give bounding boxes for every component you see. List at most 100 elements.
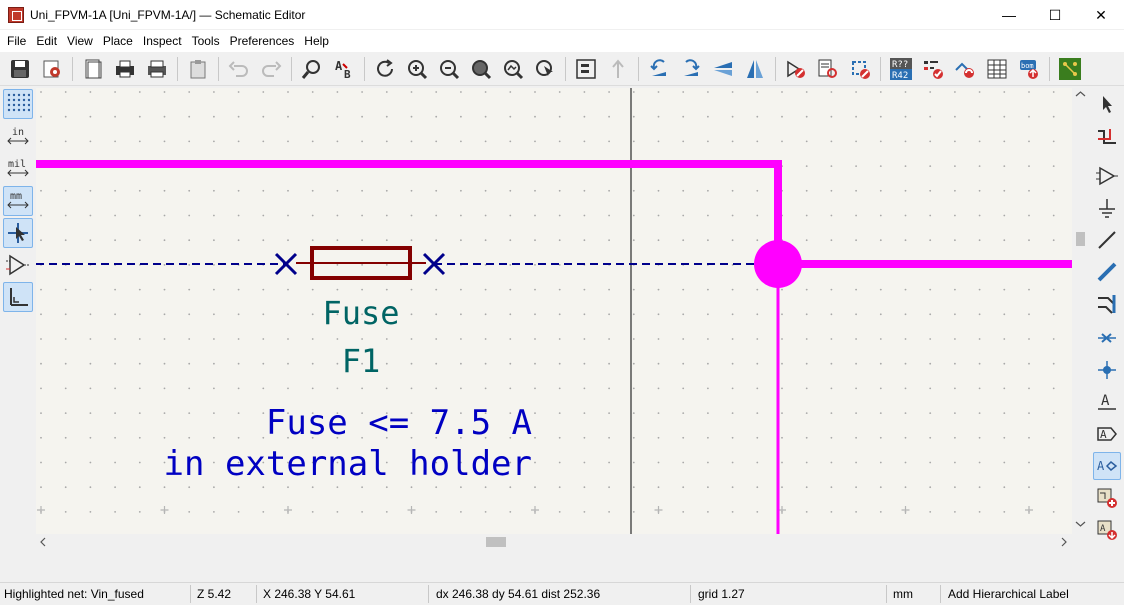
annotate-button[interactable]: R?? R42: [887, 55, 915, 83]
select-tool-button[interactable]: [1093, 90, 1121, 118]
bom-button[interactable]: [983, 55, 1011, 83]
grid-dot: [929, 412, 932, 414]
hidden-pins-button[interactable]: [3, 250, 33, 280]
grid-dot: [1028, 214, 1030, 217]
grid-dot: [1052, 338, 1055, 340]
grid-dot: [385, 486, 388, 489]
zoom-tool-button[interactable]: [531, 55, 559, 83]
grid-dot: [558, 115, 561, 118]
grid-dot: [336, 338, 339, 340]
schematic-setup-button[interactable]: [38, 55, 66, 83]
menu-tools[interactable]: Tools: [187, 30, 225, 52]
hierarchy-navigator-button[interactable]: [572, 55, 600, 83]
add-power-button[interactable]: [1093, 194, 1121, 222]
grid-dot: [608, 313, 610, 316]
add-wire-button[interactable]: [1093, 226, 1121, 254]
add-bus-button[interactable]: [1093, 258, 1121, 286]
add-no-connect-button[interactable]: [1093, 324, 1121, 352]
menu-edit[interactable]: Edit: [31, 30, 62, 52]
schematic-setup-icon: [43, 60, 60, 77]
erc-button[interactable]: [919, 55, 947, 83]
grid-dot: [929, 436, 932, 439]
menu-file[interactable]: File: [2, 30, 31, 52]
symbol-editor-button[interactable]: [782, 55, 810, 83]
minimize-button[interactable]: —: [986, 0, 1032, 30]
redo-button[interactable]: [257, 55, 285, 83]
print-button[interactable]: [111, 55, 139, 83]
grid-toggle-button[interactable]: [3, 89, 33, 119]
bom-generate-button[interactable]: bom: [1015, 55, 1043, 83]
grid-dot: [904, 412, 907, 414]
fuse-value-field[interactable]: Fuse: [322, 294, 399, 332]
leave-sheet-button[interactable]: [604, 55, 632, 83]
page-settings-button[interactable]: [79, 55, 107, 83]
units-inches-button[interactable]: in: [3, 122, 33, 152]
add-bus-entry-button[interactable]: [1093, 290, 1121, 318]
schematic-drawing[interactable]: Fuse F1 Fuse <= 7.5 A in external holder: [36, 88, 1072, 534]
hierarchy-navigator-icon: [576, 58, 596, 79]
grid-dot: [138, 511, 141, 513]
junction-dot[interactable]: [754, 240, 802, 288]
line-mode-button[interactable]: [3, 282, 33, 312]
refresh-button[interactable]: [371, 55, 399, 83]
symbol-browser-button[interactable]: [814, 55, 842, 83]
add-symbol-button[interactable]: [1093, 162, 1121, 190]
zoom-fit-button[interactable]: [467, 55, 495, 83]
pcb-editor-button[interactable]: [1056, 55, 1084, 83]
menu-place[interactable]: Place: [98, 30, 138, 52]
import-sheet-pin-button[interactable]: A: [1093, 516, 1121, 544]
zoom-in-button[interactable]: [403, 55, 431, 83]
schematic-canvas[interactable]: Fuse F1 Fuse <= 7.5 A in external holder: [36, 88, 1072, 534]
vertical-scroll-thumb[interactable]: [1076, 232, 1085, 246]
hidden-pins-icon: [6, 254, 29, 276]
plot-button[interactable]: [143, 55, 171, 83]
zoom-objects-button[interactable]: [499, 55, 527, 83]
menu-help[interactable]: Help: [299, 30, 334, 52]
assign-footprints-button[interactable]: [951, 55, 979, 83]
footprint-editor-button[interactable]: [846, 55, 874, 83]
horizontal-scroll-thumb[interactable]: [486, 537, 506, 547]
horizontal-scrollbar[interactable]: [36, 534, 1072, 550]
add-sheet-button[interactable]: [1093, 484, 1121, 512]
mirror-vertical-button[interactable]: [709, 55, 737, 83]
note-text-line1[interactable]: Fuse <= 7.5 A: [266, 403, 532, 443]
menu-preferences[interactable]: Preferences: [225, 30, 300, 52]
rotate-cw-button[interactable]: [677, 55, 705, 83]
find-button[interactable]: [298, 55, 326, 83]
grid-dot: [657, 338, 660, 340]
mirror-horizontal-button[interactable]: [741, 55, 769, 83]
fuse-reference-field[interactable]: F1: [342, 342, 381, 380]
grid-dot: [1052, 214, 1055, 217]
cursor-style-button[interactable]: [3, 218, 33, 248]
grid-dot: [89, 91, 92, 93]
grid-dot: [632, 362, 635, 365]
rotate-ccw-button[interactable]: [645, 55, 673, 83]
vertical-scrollbar[interactable]: [1072, 88, 1089, 534]
grid-dot: [188, 189, 191, 192]
add-label-button[interactable]: A: [1093, 388, 1121, 416]
grid-dot: [781, 313, 783, 316]
grid-dot: [756, 338, 759, 340]
zoom-out-button[interactable]: [435, 55, 463, 83]
paste-button[interactable]: [184, 55, 212, 83]
add-junction-button[interactable]: [1093, 356, 1121, 384]
note-text-line2[interactable]: in external holder: [164, 444, 532, 484]
save-icon: [11, 59, 29, 78]
units-mm-button[interactable]: mm: [3, 186, 33, 216]
add-hierarchical-label-button[interactable]: A: [1093, 452, 1121, 480]
grid-dot: [262, 288, 265, 291]
grid-dot: [64, 511, 67, 513]
undo-button[interactable]: [225, 55, 253, 83]
save-button[interactable]: [6, 55, 34, 83]
maximize-button[interactable]: ☐: [1032, 0, 1078, 30]
highlight-net-button[interactable]: [1093, 122, 1121, 150]
find-replace-button[interactable]: AB: [330, 55, 358, 83]
units-mils-button[interactable]: mil: [3, 154, 33, 184]
add-global-label-button[interactable]: A: [1093, 420, 1121, 448]
zoom-fit-icon: [472, 59, 492, 79]
close-button[interactable]: ✕: [1078, 0, 1124, 30]
menu-inspect[interactable]: Inspect: [138, 30, 187, 52]
menu-view[interactable]: View: [62, 30, 98, 52]
grid-dot: [781, 338, 783, 340]
grid-dot: [484, 239, 487, 242]
